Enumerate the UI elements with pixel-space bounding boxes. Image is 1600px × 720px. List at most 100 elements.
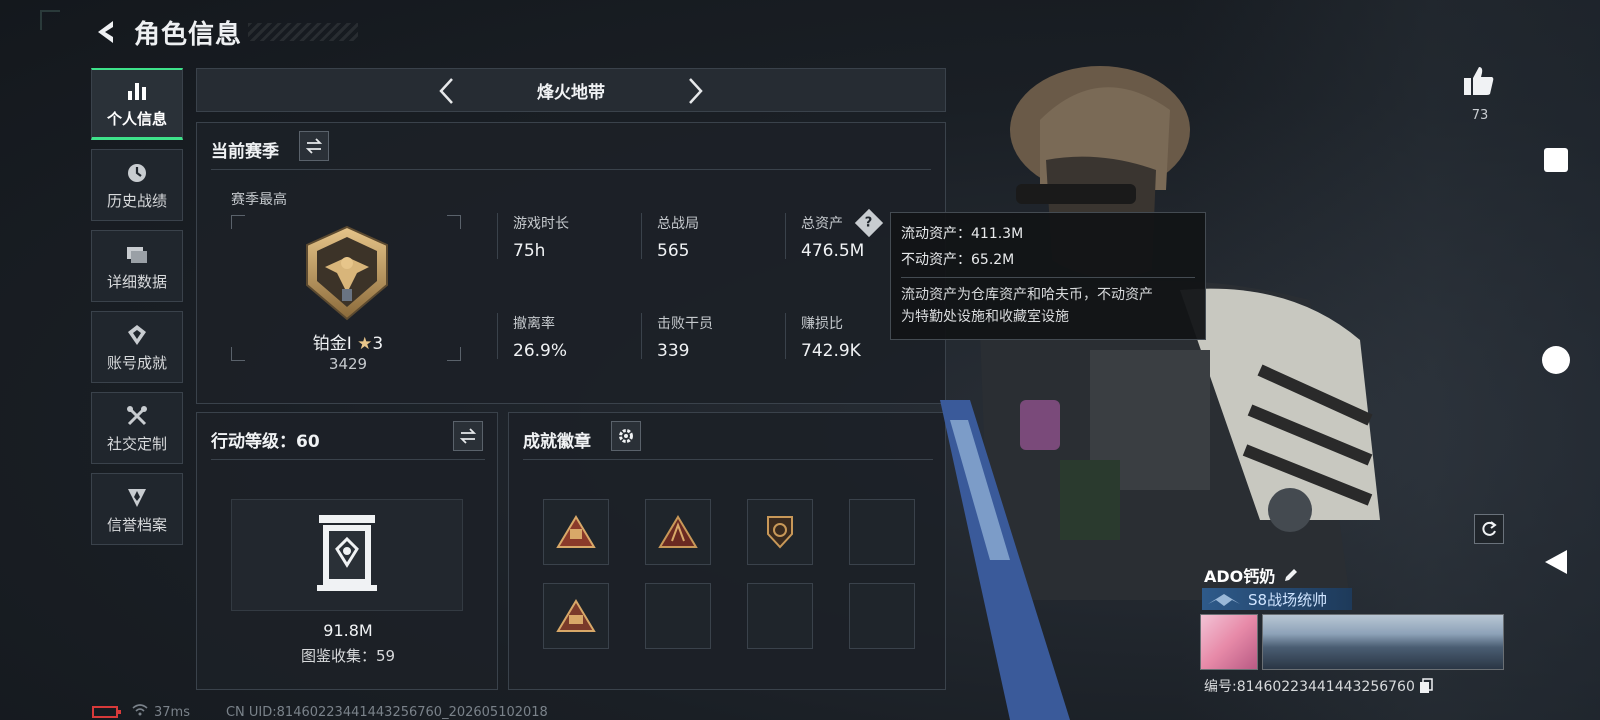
action-level-panel: 行动等级：60 91.8M 图鉴收集：59 [196, 412, 498, 690]
season-panel: 当前赛季 赛季最高 铂金I ★3 3429 游戏时长 75h 总战局 565 总… [196, 122, 946, 404]
battery-icon [92, 706, 121, 718]
stat-label-extraction-rate: 撤离率 [513, 316, 555, 332]
divider [641, 313, 642, 359]
stat-value-total-assets: 476.5M [801, 241, 865, 261]
assets-tooltip: 流动资产：411.3M 不动资产：65.2M 流动资产为仓库资产和哈夫币，不动资… [890, 212, 1206, 340]
thumbs-up-icon[interactable] [1462, 64, 1496, 98]
corner-decoration [40, 10, 60, 30]
sidebar-item-label: 信誉档案 [106, 515, 167, 534]
divider [497, 213, 498, 259]
sidebar: 个人信息 历史战绩 详细数据 账号成就 社交定制 信誉档案 [91, 68, 183, 554]
mode-title: 烽火地带 [537, 82, 605, 103]
bar-chart-icon [124, 78, 150, 104]
divider [523, 459, 933, 460]
ping: 37ms [154, 704, 190, 720]
collection-count: 图鉴收集：59 [300, 647, 396, 665]
achievements-settings-button[interactable] [611, 421, 641, 451]
next-mode-chevron-icon[interactable] [681, 77, 709, 105]
achievement-slot-empty[interactable] [849, 583, 915, 649]
achievement-slot-empty[interactable] [645, 583, 711, 649]
action-level-title: 行动等级：60 [211, 432, 320, 452]
clock-icon [124, 160, 150, 186]
divider [785, 213, 786, 259]
page-title: 角色信息 [134, 19, 243, 50]
sidebar-item-label: 历史战绩 [106, 191, 167, 210]
divider [641, 213, 642, 259]
stat-value-total-matches: 565 [657, 241, 690, 261]
season-title: 当前赛季 [211, 142, 279, 162]
rank-title-bar: S8战场统帅 [1202, 588, 1352, 610]
back-triangle-icon[interactable] [1538, 544, 1574, 580]
achievement-badge[interactable] [747, 499, 813, 565]
triangle-badge-icon [556, 599, 596, 632]
prev-mode-chevron-icon[interactable] [433, 77, 461, 105]
divider [785, 313, 786, 359]
edit-pencil-icon[interactable] [1283, 567, 1299, 583]
action-level-switch-button[interactable] [453, 421, 483, 451]
stat-label-total-matches: 总战局 [657, 216, 699, 232]
collection-icon [315, 513, 379, 593]
tooltip-liquid-assets: 流动资产：411.3M [901, 226, 1024, 242]
refresh-icon [1482, 521, 1497, 536]
achievement-badge[interactable] [543, 583, 609, 649]
stat-label-total-assets: 总资产 [801, 216, 843, 232]
sidebar-item-social[interactable]: 社交定制 [91, 392, 183, 464]
sidebar-item-personal-info[interactable]: 个人信息 [91, 68, 183, 140]
uid-text: CN UID:81460223441443256760_202605102018 [225, 704, 548, 720]
achievement-badge[interactable] [543, 499, 609, 565]
like-count: 73 [1471, 108, 1489, 123]
sidebar-item-history[interactable]: 历史战绩 [91, 149, 183, 221]
sidebar-item-label: 账号成就 [106, 353, 167, 372]
folder-icon [124, 241, 150, 267]
help-icon[interactable]: ? [854, 208, 884, 238]
gear-icon [619, 429, 633, 443]
stat-value-playtime: 75h [513, 241, 546, 261]
sidebar-item-label: 个人信息 [106, 110, 167, 128]
divider [211, 169, 931, 170]
profile-banner[interactable] [1262, 614, 1504, 670]
divider [901, 277, 1195, 278]
rank-emblem-icon [295, 223, 399, 323]
achievement-slot-empty[interactable] [849, 499, 915, 565]
back-arrow-icon[interactable] [92, 17, 122, 47]
season-switch-button[interactable] [299, 131, 329, 161]
copy-icon[interactable] [1419, 678, 1433, 694]
star-icon: ★ [357, 334, 373, 354]
player-name-row: ADO钙奶 [1204, 563, 1299, 587]
stat-label-playtime: 游戏时长 [513, 216, 569, 232]
triangle-badge-icon [658, 515, 698, 548]
sidebar-item-label: 社交定制 [106, 434, 167, 453]
title-decoration [248, 23, 359, 41]
achievements-title: 成就徽章 [523, 432, 591, 452]
sidebar-item-detail-data[interactable]: 详细数据 [91, 230, 183, 302]
rank-points: 3429 [328, 355, 368, 373]
rank-wings-icon [1206, 590, 1242, 608]
divider [211, 459, 485, 460]
season-highest-label: 赛季最高 [231, 192, 287, 208]
stat-value-kills: 339 [657, 341, 690, 361]
avatar[interactable] [1200, 614, 1258, 670]
player-id-row: 编号:81460223441443256760 [1204, 676, 1433, 696]
divider [497, 313, 498, 359]
swap-icon [459, 428, 477, 444]
achievements-panel: 成就徽章 [508, 412, 946, 690]
achievement-badge[interactable] [645, 499, 711, 565]
stat-value-extraction-rate: 26.9% [513, 341, 568, 361]
tooltip-fixed-assets: 不动资产：65.2M [901, 252, 1015, 268]
home-circle-icon[interactable] [1538, 342, 1574, 378]
sidebar-item-label: 详细数据 [106, 272, 167, 291]
stat-value-profit-ratio: 742.9K [801, 341, 861, 361]
stat-label-profit-ratio: 赚损比 [801, 316, 843, 332]
sidebar-item-reputation[interactable]: 信誉档案 [91, 473, 183, 545]
sidebar-item-achievements[interactable]: 账号成就 [91, 311, 183, 383]
triangle-badge-icon [556, 515, 596, 548]
medal-icon [124, 322, 150, 348]
rotate-model-button[interactable] [1474, 514, 1504, 544]
mode-selector: 烽火地带 [196, 68, 946, 112]
recent-apps-square-icon[interactable] [1538, 142, 1574, 178]
rank-name: 铂金I [312, 334, 352, 354]
page-header: 角色信息 [92, 14, 359, 50]
achievement-slot-empty[interactable] [747, 583, 813, 649]
stat-label-kills: 击败干员 [657, 316, 713, 332]
tools-icon [124, 403, 150, 429]
